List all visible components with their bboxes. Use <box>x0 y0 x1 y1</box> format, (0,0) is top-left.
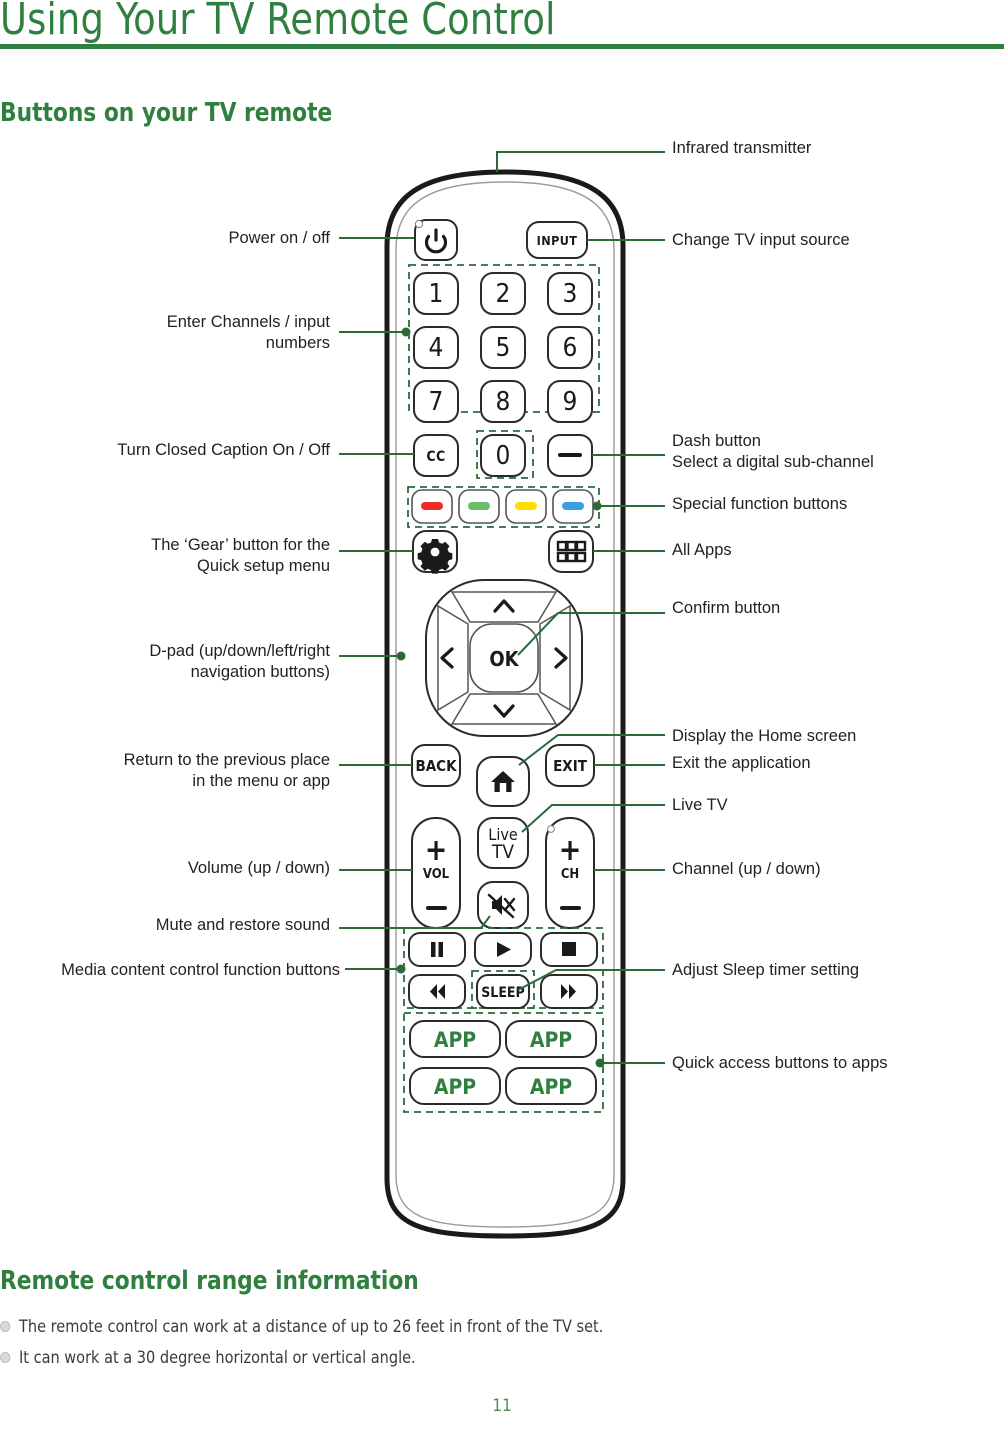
svg-text:EXIT: EXIT <box>553 757 588 775</box>
range-bullet-2-text: It can work at a 30 degree horizontal or… <box>19 1348 416 1368</box>
app-button-2: APP <box>505 1020 597 1058</box>
number-key-8: 8 <box>480 380 526 423</box>
remote-control-diagram: .body-out { fill:#ffffff; stroke:#1a1a1a… <box>339 151 665 1239</box>
sleep-button: SLEEP <box>476 974 530 1009</box>
color-button-blue <box>552 489 594 524</box>
leader-dot-special <box>592 501 602 511</box>
number-key-6: 6 <box>547 326 593 369</box>
gear-button[interactable] <box>412 530 458 574</box>
all-apps-button[interactable] <box>548 530 594 573</box>
input-button[interactable]: INPUT <box>526 221 588 259</box>
live-tv-button[interactable]: Live TV <box>477 817 529 869</box>
range-bullet-1: The remote control can work at a distanc… <box>0 1317 603 1337</box>
number-key-2: 2 <box>480 272 526 315</box>
svg-text:APP: APP <box>434 1075 476 1099</box>
range-bullet-2: It can work at a 30 degree horizontal or… <box>0 1348 416 1368</box>
manual-page: Using Your TV Remote Control Buttons on … <box>0 0 1004 1434</box>
range-bullet-1-text: The remote control can work at a distanc… <box>19 1317 604 1337</box>
svg-text:+: + <box>425 833 448 868</box>
cc-button[interactable]: CC <box>413 434 459 477</box>
app-button-1: APP <box>409 1020 501 1058</box>
svg-text:7: 7 <box>429 387 444 417</box>
fast-forward-button <box>540 974 598 1009</box>
leader-dot-media <box>396 964 406 974</box>
svg-text:8: 8 <box>496 387 511 417</box>
svg-text:TV: TV <box>491 841 514 863</box>
number-key-5: 5 <box>480 326 526 369</box>
stop-button <box>540 932 598 967</box>
rewind-button <box>408 974 466 1009</box>
svg-text:+: + <box>559 833 582 868</box>
svg-text:9: 9 <box>563 387 578 417</box>
number-key-0[interactable]: 0 <box>480 434 526 477</box>
page-number: 11 <box>492 1396 512 1416</box>
color-button-yellow <box>505 489 547 524</box>
svg-text:APP: APP <box>530 1075 572 1099</box>
svg-text:APP: APP <box>434 1028 476 1052</box>
number-key-9: 9 <box>547 380 593 423</box>
svg-text:CH: CH <box>561 867 579 882</box>
color-button-red <box>411 489 453 524</box>
svg-text:APP: APP <box>530 1028 572 1052</box>
number-key-7: 7 <box>413 380 459 423</box>
app-button-4: APP <box>505 1067 597 1105</box>
number-key-1: 1 <box>413 272 459 315</box>
svg-text:SLEEP: SLEEP <box>481 985 525 1001</box>
svg-text:INPUT: INPUT <box>537 233 578 248</box>
bullet-icon <box>0 1351 11 1363</box>
play-button <box>474 932 532 967</box>
channel-rocker[interactable]: + CH <box>545 817 595 929</box>
app-button-3: APP <box>409 1067 501 1105</box>
leader-dot-apps <box>595 1058 605 1068</box>
svg-text:6: 6 <box>563 333 578 363</box>
svg-text:VOL: VOL <box>423 867 450 882</box>
back-button[interactable]: BACK <box>411 744 461 787</box>
bullet-icon <box>0 1320 11 1332</box>
dpad[interactable]: OK <box>425 579 583 737</box>
ok-button[interactable]: OK <box>469 623 539 693</box>
dash-button[interactable] <box>547 434 593 477</box>
svg-text:BACK: BACK <box>415 757 457 775</box>
leader-infrared <box>496 151 665 172</box>
gear-icon <box>417 539 453 574</box>
leader-dot-numbers <box>401 327 411 337</box>
color-button-green <box>458 489 500 524</box>
section-heading-range: Remote control range information <box>0 1266 419 1296</box>
svg-text:OK: OK <box>489 647 519 671</box>
number-keys[interactable]: 1 2 3 4 5 6 7 8 9 <box>413 272 593 423</box>
svg-text:4: 4 <box>429 333 444 363</box>
svg-text:3: 3 <box>563 279 578 309</box>
pause-button <box>408 932 466 967</box>
svg-text:1: 1 <box>429 279 444 309</box>
svg-text:CC: CC <box>426 449 445 465</box>
power-button[interactable] <box>414 219 458 261</box>
number-key-3: 3 <box>547 272 593 315</box>
volume-rocker[interactable]: + VOL <box>411 817 461 929</box>
leader-dot-dpad <box>396 651 406 661</box>
svg-text:5: 5 <box>496 333 511 363</box>
number-key-4: 4 <box>413 326 459 369</box>
svg-text:0: 0 <box>496 441 511 471</box>
svg-text:2: 2 <box>496 279 511 309</box>
exit-button[interactable]: EXIT <box>545 744 595 787</box>
